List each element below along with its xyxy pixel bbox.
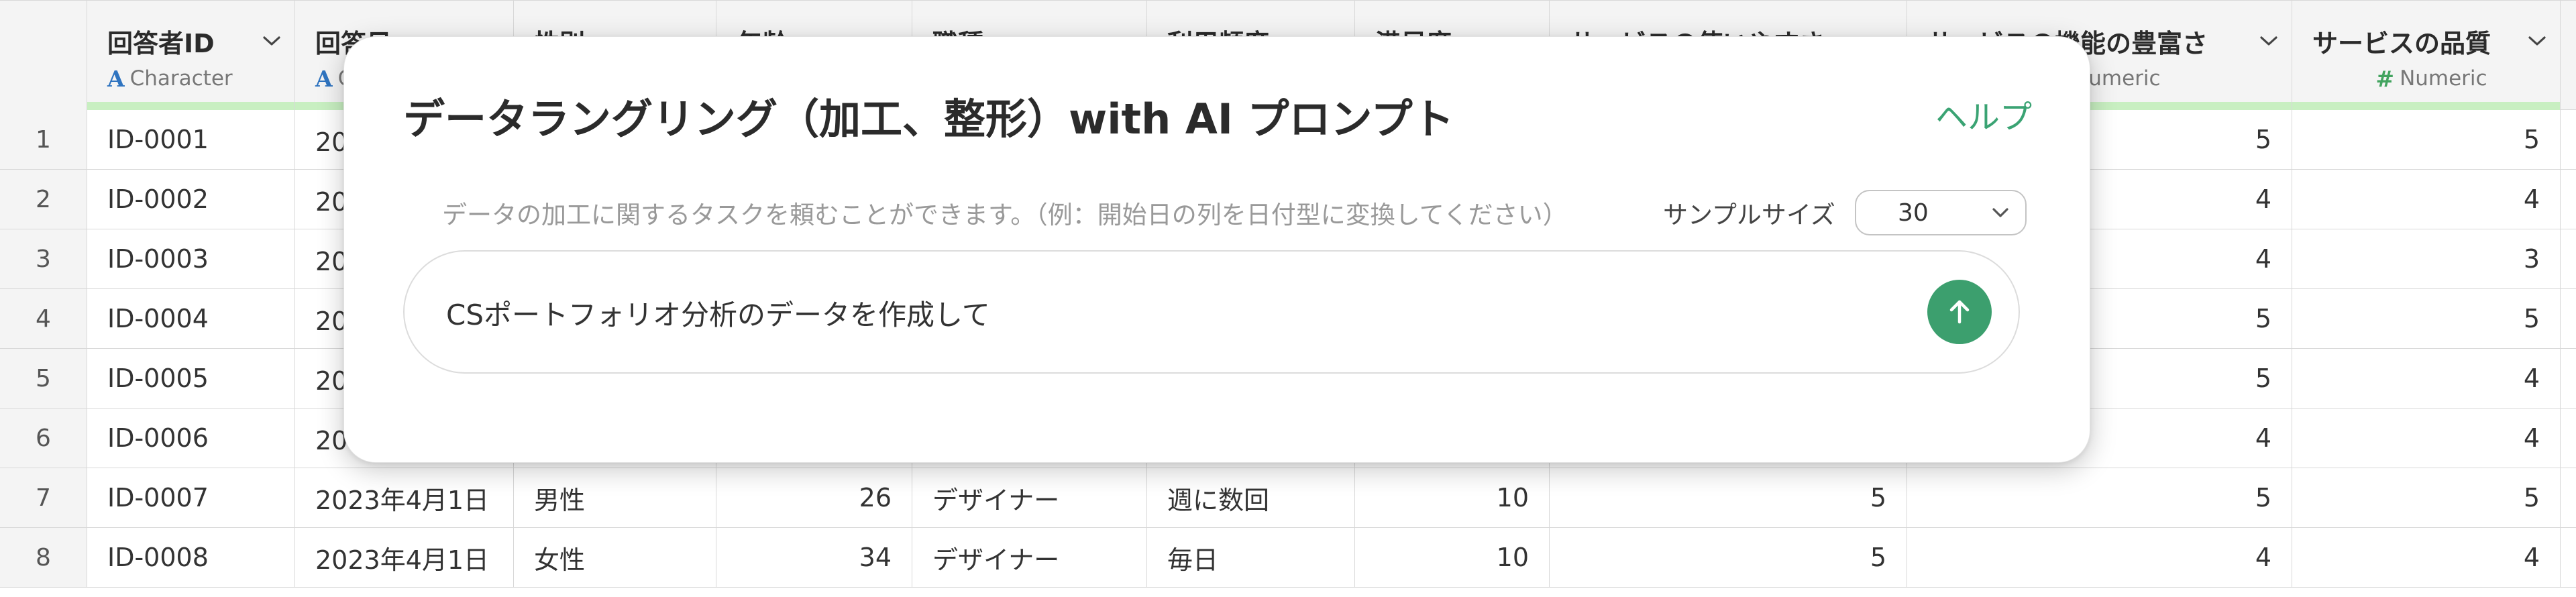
- sample-size-select[interactable]: 30: [1855, 190, 2027, 235]
- prompt-input-text[interactable]: CSポートフォリオ分析のデータを作成して: [446, 289, 990, 336]
- column-menu-button[interactable]: [258, 28, 285, 54]
- row-number: 2: [0, 170, 87, 229]
- column-menu-button[interactable]: [2524, 28, 2551, 54]
- table-cell[interactable]: 10: [1355, 528, 1550, 587]
- row-number: 4: [0, 289, 87, 348]
- column-name: サービスの品質: [2312, 28, 2491, 58]
- table-cell[interactable]: 4: [2292, 170, 2561, 229]
- column-menu-button[interactable]: [2255, 28, 2282, 54]
- table-cell[interactable]: 5: [2292, 289, 2561, 348]
- chevron-down-icon: [1992, 208, 2008, 217]
- table-cell[interactable]: 4: [1907, 528, 2292, 587]
- column-name: 回答者ID: [107, 28, 215, 58]
- table-cell[interactable]: 26: [716, 468, 912, 527]
- table-cell[interactable]: デザイナー: [912, 528, 1147, 587]
- table-cell[interactable]: 2023年4月1日: [295, 468, 514, 527]
- arrow-up-icon: [1949, 300, 1970, 324]
- table-cell[interactable]: ID-0005: [87, 349, 295, 408]
- column-type: ACharacter: [107, 64, 285, 93]
- table-cell[interactable]: 5: [1907, 468, 2292, 527]
- sample-size-value: 30: [1898, 199, 1929, 227]
- table-cell[interactable]: ID-0003: [87, 229, 295, 288]
- table-cell[interactable]: 4: [2292, 528, 2561, 587]
- row-number: 6: [0, 409, 87, 468]
- prompt-input[interactable]: CSポートフォリオ分析のデータを作成して: [403, 250, 2020, 374]
- table-cell[interactable]: 5: [1550, 468, 1907, 527]
- send-button[interactable]: [1927, 280, 1992, 344]
- table-cell[interactable]: 10: [1355, 468, 1550, 527]
- column-type-label: Numeric: [2400, 66, 2487, 91]
- chevron-down-icon: [263, 36, 280, 46]
- table-row: 7 ID-0007 2023年4月1日 男性 26 デザイナー 週に数回 10 5 5 5: [0, 468, 2576, 528]
- table-cell[interactable]: 週に数回: [1147, 468, 1355, 527]
- chevron-down-icon: [2528, 36, 2546, 46]
- column-header[interactable]: サービスの品質 # Numeric: [2292, 1, 2561, 110]
- table-cell[interactable]: 5: [2292, 110, 2561, 169]
- table-cell[interactable]: 34: [716, 528, 912, 587]
- table-cell[interactable]: ID-0008: [87, 528, 295, 587]
- column-quality-bar: [87, 102, 294, 110]
- table-cell[interactable]: 3: [2292, 229, 2561, 288]
- column-quality-bar: [2292, 102, 2560, 110]
- table-cell[interactable]: ID-0006: [87, 409, 295, 468]
- table-cell[interactable]: 4: [2292, 409, 2561, 468]
- row-number: 3: [0, 229, 87, 288]
- row-number: 7: [0, 468, 87, 527]
- table-cell[interactable]: 2023年4月1日: [295, 528, 514, 587]
- table-cell[interactable]: 5: [1550, 528, 1907, 587]
- column-type-icon: A: [107, 65, 125, 92]
- table-row: 8 ID-0008 2023年4月1日 女性 34 デザイナー 毎日 10 5 4 4: [0, 528, 2576, 588]
- table-cell[interactable]: 5: [2292, 468, 2561, 527]
- table-cell[interactable]: ID-0001: [87, 110, 295, 169]
- app-stage: 回答者IDACharacter回答日ACharacter性別年齢職種利用頻度満足…: [0, 0, 2576, 597]
- column-header-top: サービスの品質: [2312, 25, 2551, 58]
- table-cell[interactable]: 4: [2292, 349, 2561, 408]
- table-cell[interactable]: ID-0004: [87, 289, 295, 348]
- sample-size-label: サンプルサイズ: [1663, 201, 1835, 229]
- column-header-top: 回答者ID: [107, 25, 285, 58]
- dialog-description: データの加工に関するタスクを頼むことができます。（例：開始日の列を日付型に変換し…: [442, 201, 1568, 229]
- table-cell[interactable]: 女性: [514, 528, 716, 587]
- table-cell[interactable]: ID-0002: [87, 170, 295, 229]
- row-number: 8: [0, 528, 87, 587]
- column-type-label: Character: [129, 66, 233, 91]
- column-header[interactable]: 回答者ID A Character: [87, 1, 295, 110]
- table-cell[interactable]: 男性: [514, 468, 716, 527]
- help-link[interactable]: ヘルプ: [1935, 91, 2032, 138]
- grid-corner: [0, 1, 87, 110]
- column-type: #Numeric: [2312, 64, 2551, 93]
- column-type-icon: A: [315, 65, 333, 92]
- chevron-down-icon: [2260, 36, 2277, 46]
- table-cell[interactable]: 毎日: [1147, 528, 1355, 587]
- table-cell[interactable]: デザイナー: [912, 468, 1147, 527]
- ai-prompt-dialog: データラングリング（加工、整形）with AI プロンプト ヘルプ データの加工…: [343, 36, 2090, 463]
- column-type-icon: #: [2375, 65, 2395, 92]
- table-cell[interactable]: ID-0007: [87, 468, 295, 527]
- row-number: 1: [0, 110, 87, 169]
- row-number: 5: [0, 349, 87, 408]
- dialog-title: データラングリング（加工、整形）with AI プロンプト: [403, 95, 1454, 144]
